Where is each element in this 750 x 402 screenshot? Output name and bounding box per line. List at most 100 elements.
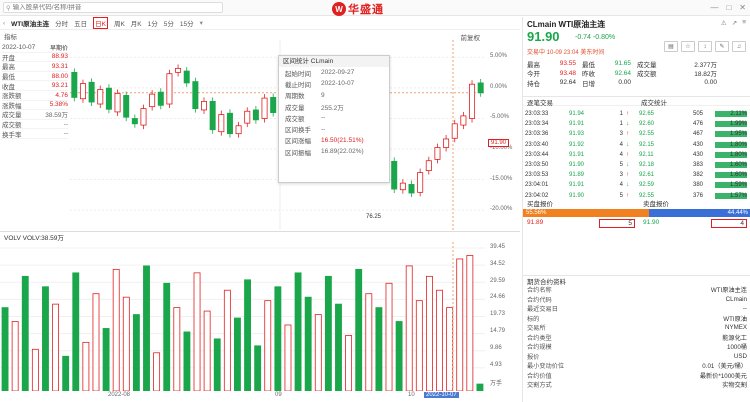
futures-info-label: 合约价值 (527, 372, 552, 380)
popup-value: -- (321, 125, 326, 133)
quote-label: 最低 (582, 61, 595, 69)
ohlc-date: 2022-10-07 (2, 43, 36, 51)
range-stats-popup[interactable]: 区间统计 CLmain 起始时间 2022-09-27 截止时间 2022-10-07… (278, 55, 390, 183)
volume-bar (264, 300, 272, 391)
trades-title[interactable]: 逐笔交易 (523, 97, 637, 107)
candle-body (97, 89, 104, 105)
x-tick-aug: 2022-08 (108, 392, 131, 398)
ohlc-label: 最高 (2, 64, 15, 72)
quote-label: 成交量 (637, 61, 657, 69)
popup-value: 2022-09-27 (321, 69, 355, 77)
popup-row: 周期数 9 (279, 90, 389, 101)
menu-icon[interactable]: ≡ (742, 19, 746, 27)
ask-size: 4 (711, 219, 747, 228)
stats-row: 92.11 430 1.80% (639, 150, 749, 160)
indicator-label[interactable]: 指标 (4, 34, 17, 41)
stats-title[interactable]: 成交统计 (637, 97, 667, 107)
percent-tick: 0.00% (490, 83, 508, 90)
volume-tick: 万手 (490, 381, 503, 388)
popup-title: 区间统计 CLmain (279, 56, 389, 67)
close-icon[interactable]: ✕ (739, 3, 746, 12)
candle-body (79, 83, 86, 100)
volume-chart[interactable] (0, 242, 520, 391)
quote-label: 最高 (527, 61, 540, 69)
quote-label: 成交额 (637, 71, 657, 79)
stats-row: 92.59 380 1.59% (639, 180, 749, 190)
ask-price: 91.90 (643, 219, 660, 226)
ohlc-value: 4.76 (55, 91, 68, 99)
stats-price: 92.60 (639, 121, 655, 128)
volume-bar (21, 275, 29, 391)
popup-row: 区间换手 -- (279, 123, 389, 135)
bell-icon[interactable]: ♫ (732, 41, 746, 52)
share-icon[interactable]: ↗ (732, 19, 737, 27)
popup-row: 起始时间 2022-09-27 (279, 67, 389, 78)
percent-tick: -15.00% (490, 175, 513, 182)
futures-info-label: 合约代码 (527, 296, 552, 304)
trade-price: 91.91 (569, 121, 585, 128)
futures-info-row: 最近交易日 -- (523, 304, 750, 314)
tab-15min[interactable]: 15分 (180, 18, 194, 28)
futures-info-value: 实物交割 (722, 382, 747, 390)
candle-body (218, 114, 225, 133)
volume-bar (163, 282, 171, 391)
quote-label: 昨收 (582, 71, 595, 79)
volume-bar (355, 268, 363, 391)
chevron-down-icon[interactable]: ▾ (200, 19, 203, 27)
search-box[interactable]: ⚲ (3, 2, 223, 13)
ohlc-label: 开盘 (2, 54, 15, 62)
futures-info-value: WTI原油主连 (710, 287, 747, 295)
maximize-icon[interactable]: □ (726, 3, 731, 12)
candle-body (71, 71, 78, 98)
popup-label: 截止时间 (285, 81, 311, 89)
trade-row: 23:03:33 91.94 1 ↑ (523, 109, 637, 119)
tab-1min[interactable]: 1分 (148, 18, 158, 28)
expand-icon[interactable]: ↕ (698, 41, 712, 52)
trade-price: 91.93 (569, 131, 585, 138)
volume-bar (42, 286, 49, 391)
candle-body (425, 160, 432, 172)
stats-volume: 505 (692, 111, 703, 118)
trade-time: 23:04:01 (525, 182, 549, 189)
arrow-down-icon: ↓ (626, 162, 629, 169)
volume-bar (112, 268, 120, 391)
tab-intraday[interactable]: 分时 (55, 18, 68, 28)
trade-qty: 4 (619, 151, 623, 158)
volume-bar (72, 272, 80, 391)
quote-row: 持仓 92.64 日增 0.00 0.00 (527, 78, 747, 88)
futures-info-value: 1000桶 (727, 344, 747, 352)
volume-tick: 34.52 (490, 260, 506, 267)
trades-section-header: 逐笔交易 成交统计 (523, 96, 750, 107)
futures-info-value: NYMEX (724, 324, 747, 332)
tab-5day[interactable]: 五日 (74, 18, 87, 28)
trade-row: 23:03:53 91.89 3 ↑ (523, 170, 637, 180)
candle-body (261, 97, 268, 119)
news-icon[interactable]: ✎ (715, 41, 729, 52)
futures-info-row: 合约名称 WTI原油主连 (523, 285, 750, 295)
tab-5min[interactable]: 5分 (164, 18, 174, 28)
chart-toolbar: ‹ WTI原油主连 分时 五日 日K 周K 月K 1分 5分 15分 ▾ (0, 17, 520, 30)
volume-bar (476, 383, 484, 391)
arrow-down-icon: ↓ (626, 182, 629, 189)
alert-icon[interactable]: ⚠ (721, 19, 727, 27)
volume-tick: 4.93 (490, 361, 502, 368)
minimize-icon[interactable]: — (710, 3, 718, 12)
chevron-left-icon[interactable]: ‹ (3, 20, 5, 27)
volume-tick: 29.59 (490, 277, 506, 284)
futures-info-row: 合约代码 CLmain (523, 295, 750, 305)
futures-info-row: 交割方式 实物交割 (523, 380, 750, 390)
volume-bar (385, 282, 393, 391)
star-icon[interactable]: ☆ (681, 41, 695, 52)
tab-daily-k[interactable]: 日K (93, 17, 108, 29)
tab-weekly-k[interactable]: 周K (114, 18, 125, 28)
search-input[interactable] (12, 4, 213, 11)
volume-bar (132, 314, 140, 391)
candle-body (123, 95, 130, 118)
document-icon[interactable]: ▤ (664, 41, 678, 52)
ohlc-value: 88.93 (51, 53, 68, 61)
futures-info-label: 合约类型 (527, 334, 552, 342)
candle-body (252, 109, 259, 121)
candle-body (469, 83, 476, 119)
candle-body (434, 147, 441, 160)
tab-monthly-k[interactable]: 月K (131, 18, 142, 28)
